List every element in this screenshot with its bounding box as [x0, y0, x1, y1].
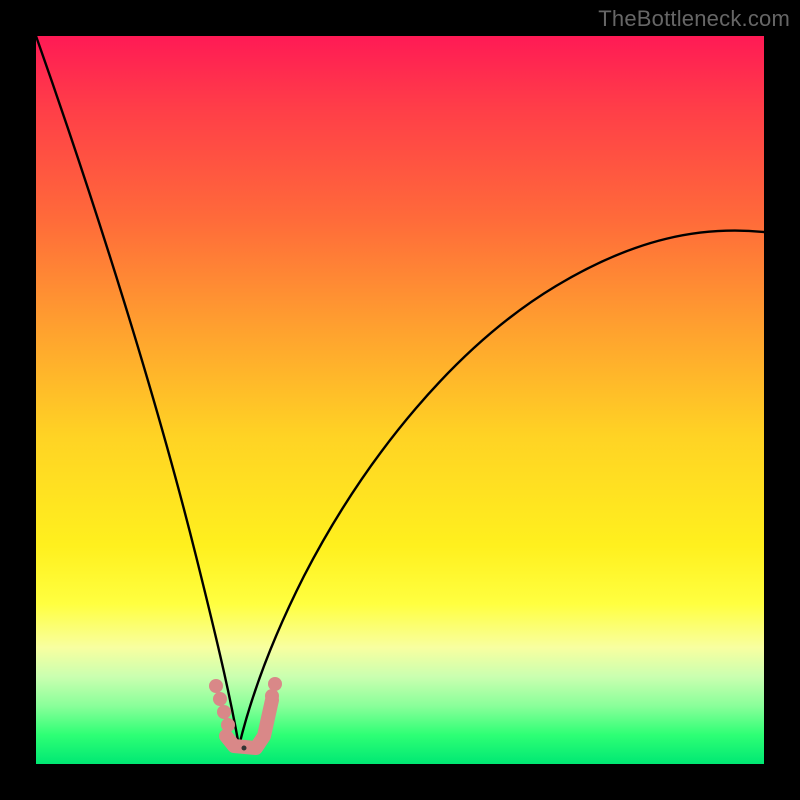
bottleneck-curve-left — [36, 36, 239, 746]
chart-frame: TheBottleneck.com — [0, 0, 800, 800]
bottleneck-chart-svg — [36, 36, 764, 764]
plot-area — [36, 36, 764, 764]
optimum-marker — [209, 677, 282, 751]
optimum-point — [242, 746, 247, 751]
bottleneck-curve-right — [239, 231, 764, 746]
watermark-text: TheBottleneck.com — [598, 6, 790, 32]
